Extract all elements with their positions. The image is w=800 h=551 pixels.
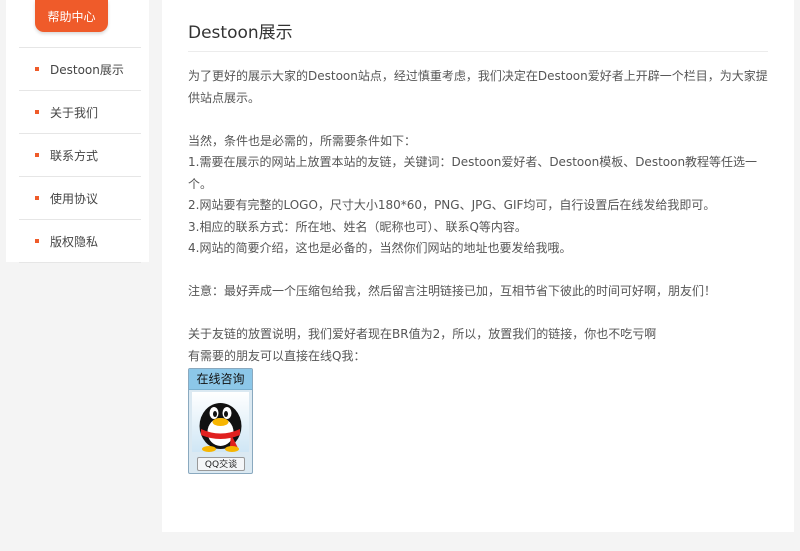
qq-widget-header: 在线咨询 xyxy=(189,369,252,390)
sidebar: 帮助中心 Destoon展示 关于我们 联系方式 使用协议 版权隐私 xyxy=(6,0,149,263)
requirement-4: 4.网站的简要介绍，这也是必备的，当然你们网站的地址也要发给我哦。 xyxy=(188,241,572,255)
bullet-icon xyxy=(35,239,39,243)
sidebar-item-label: Destoon展示 xyxy=(50,62,124,77)
sidebar-item-label: 关于我们 xyxy=(50,105,99,120)
requirement-2: 2.网站要有完整的LOGO，尺寸大小180*60，PNG、JPG、GIF均可，自… xyxy=(188,198,716,212)
help-center-tab[interactable]: 帮助中心 xyxy=(35,0,108,32)
bullet-icon xyxy=(35,110,39,114)
title-divider xyxy=(188,51,768,52)
requirement-3: 3.相应的联系方式：所在地、姓名（昵称也可）、联系Q等内容。 xyxy=(188,219,527,234)
qq-chat-button[interactable]: QQ交谈 xyxy=(197,457,245,471)
sidebar-nav: Destoon展示 关于我们 联系方式 使用协议 版权隐私 xyxy=(19,47,141,263)
requirement-1: 1.需要在展示的网站上放置本站的友链，关键词：Destoon爱好者、Destoo… xyxy=(188,155,758,191)
bullet-icon xyxy=(35,67,39,71)
sidebar-item-destoon-showcase[interactable]: Destoon展示 xyxy=(19,47,141,90)
notice-paragraph: 注意：最好弄成一个压缩包给我，然后留言注明链接已加，互相节省下彼此的时间可好啊，… xyxy=(188,284,717,298)
sidebar-item-about-us[interactable]: 关于我们 xyxy=(19,90,141,133)
article-body: 为了更好的展示大家的Destoon站点，经过慎重考虑，我们决定在Destoon爱… xyxy=(188,66,778,367)
contact-prompt: 有需要的朋友可以直接在线Q我： xyxy=(188,348,366,363)
sidebar-item-label: 使用协议 xyxy=(50,191,99,206)
requirements-heading: 当然，条件也是必需的，所需要条件如下： xyxy=(188,133,417,148)
link-note-paragraph: 关于友链的放置说明，我们爱好者现在BR值为2，所以，放置我们的链接，你也不吃亏啊 xyxy=(188,327,657,341)
sidebar-item-terms[interactable]: 使用协议 xyxy=(19,176,141,219)
main-content: Destoon展示 为了更好的展示大家的Destoon站点，经过慎重考虑，我们决… xyxy=(162,0,794,532)
page-title: Destoon展示 xyxy=(188,23,293,43)
qq-penguin-icon[interactable] xyxy=(192,392,249,452)
bullet-icon xyxy=(35,153,39,157)
sidebar-item-privacy[interactable]: 版权隐私 xyxy=(19,219,141,263)
sidebar-item-label: 版权隐私 xyxy=(50,234,99,249)
intro-paragraph: 为了更好的展示大家的Destoon站点，经过慎重考虑，我们决定在Destoon爱… xyxy=(188,69,768,105)
bullet-icon xyxy=(35,196,39,200)
sidebar-item-label: 联系方式 xyxy=(50,148,99,163)
qq-online-widget[interactable]: 在线咨询 QQ交谈 xyxy=(188,368,253,474)
sidebar-item-contact[interactable]: 联系方式 xyxy=(19,133,141,176)
